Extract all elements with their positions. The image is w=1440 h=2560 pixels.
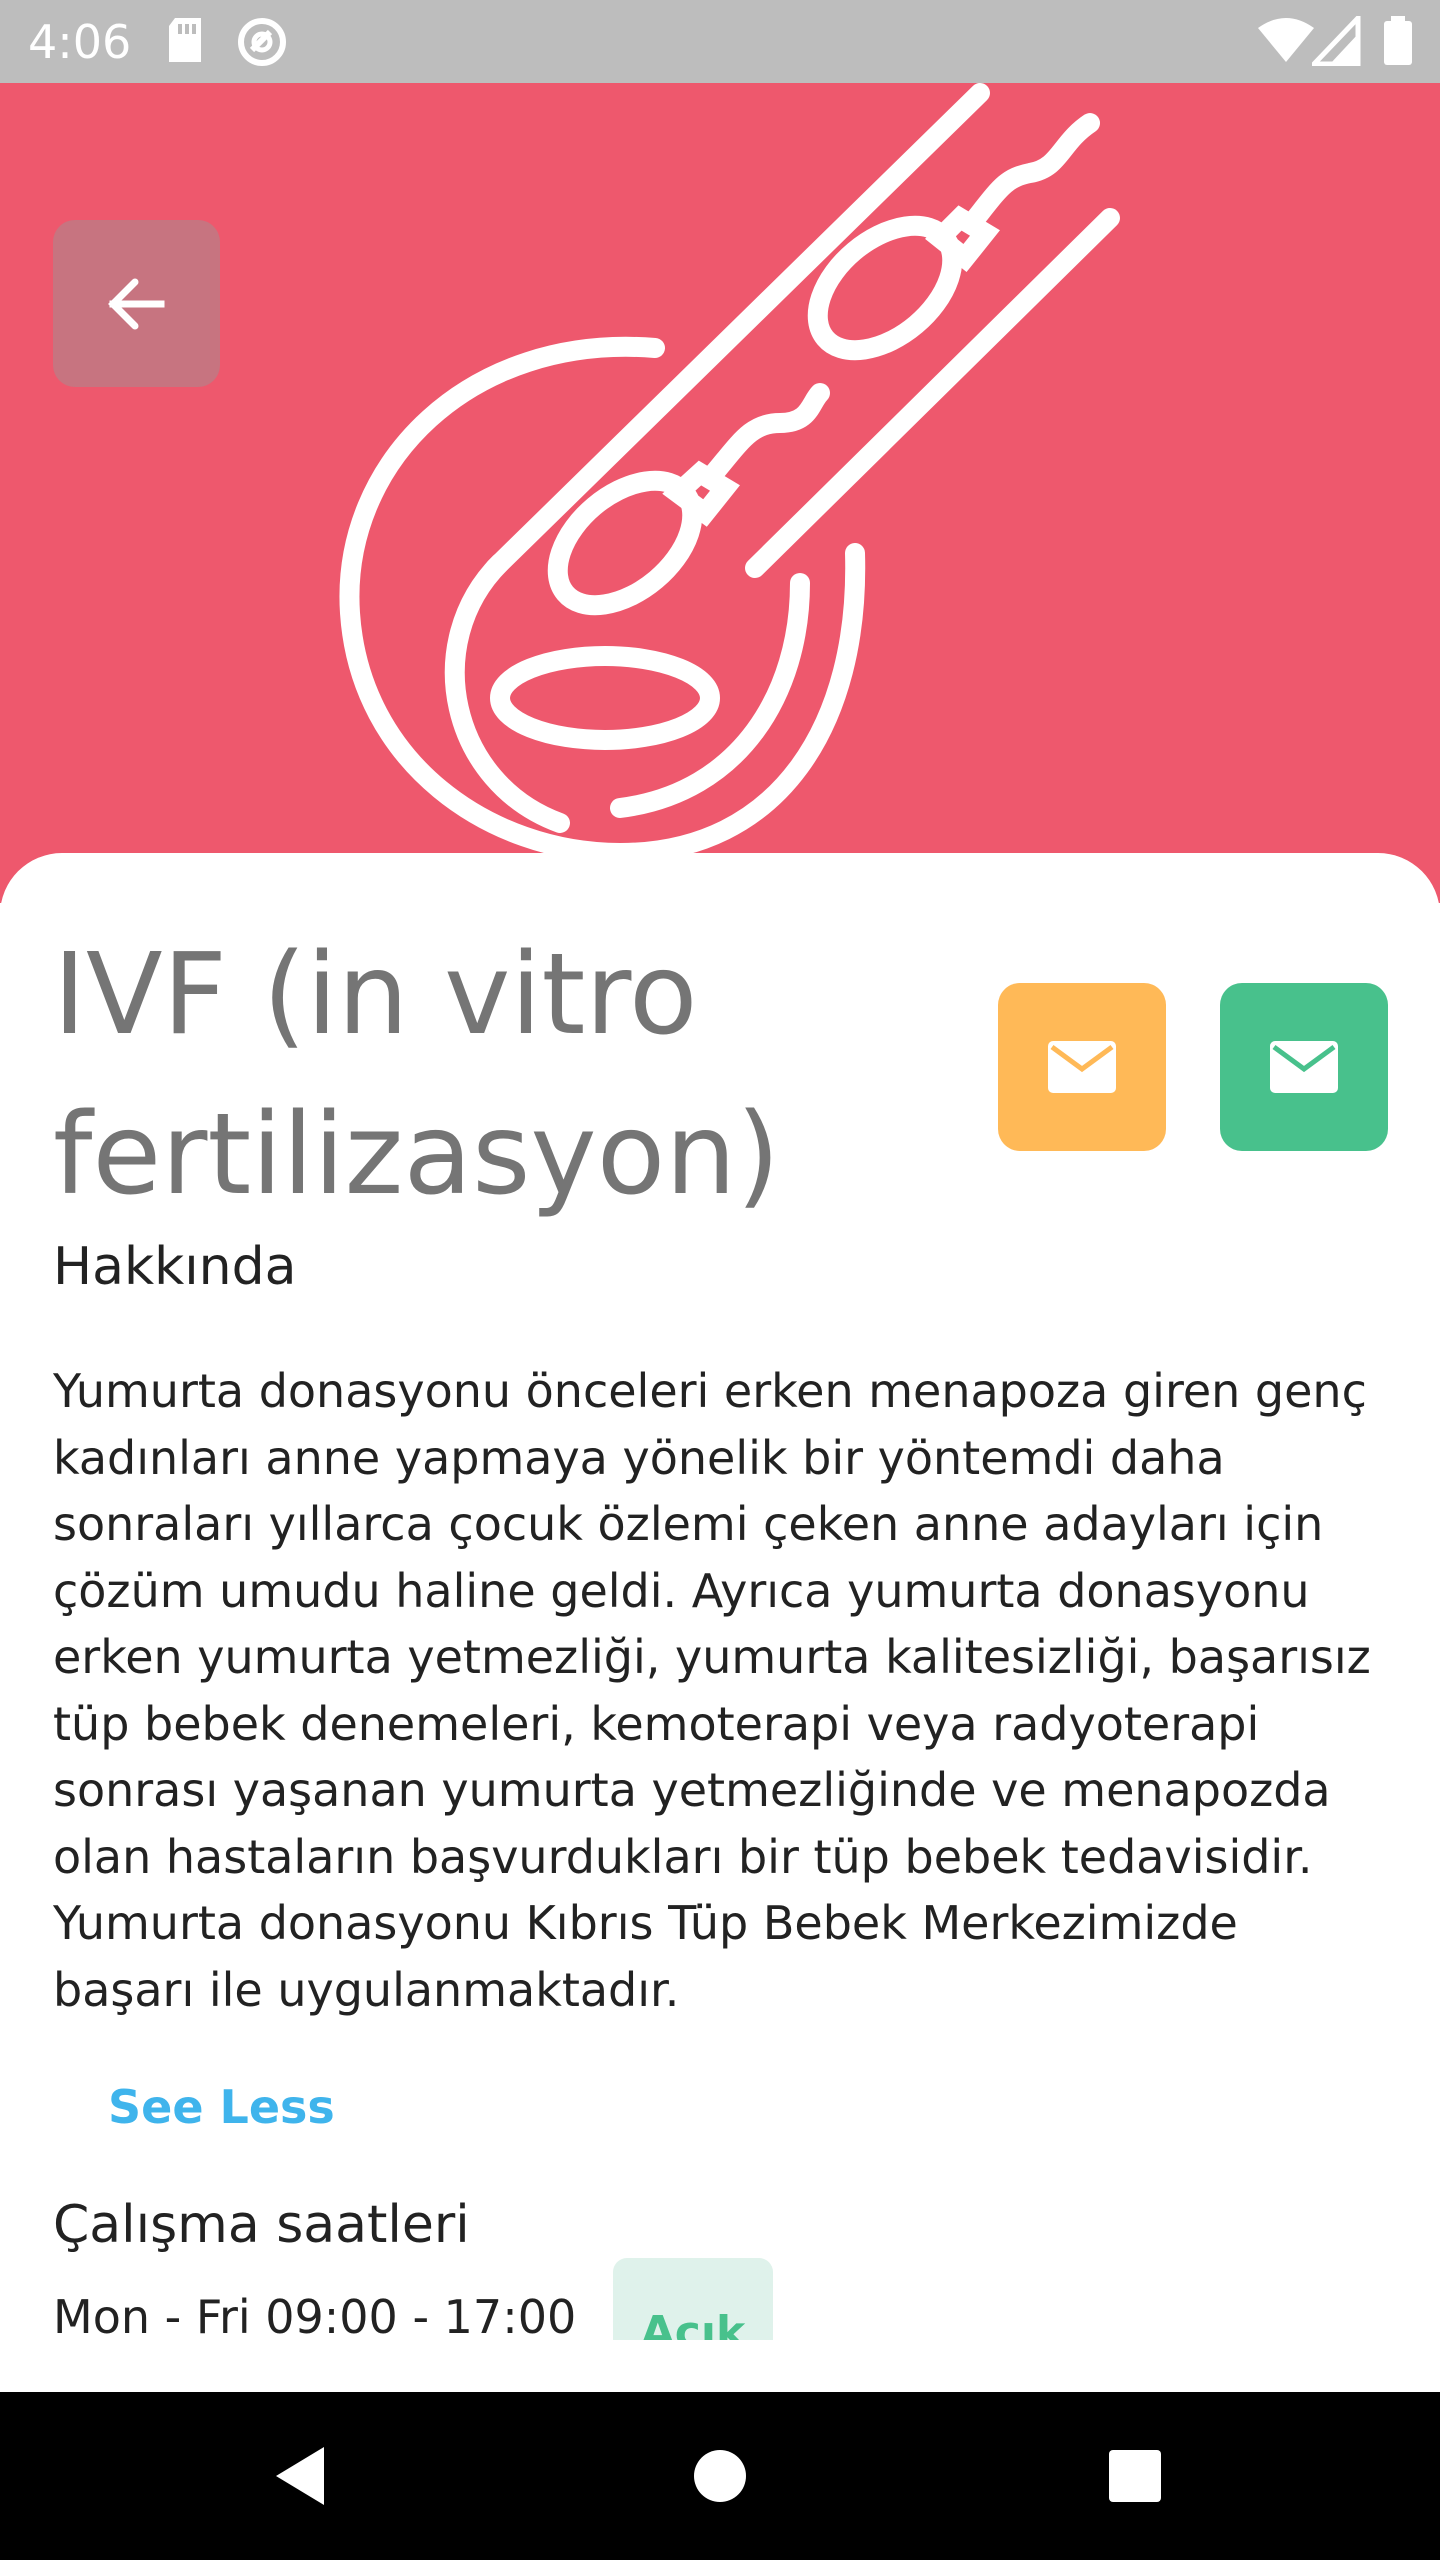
mail-icon [1270,1041,1338,1093]
about-heading: Hakkında [53,1237,297,1297]
contact-mail-button-orange[interactable] [998,983,1166,1151]
system-nav-bar [0,2392,1440,2560]
hero-banner [0,83,1440,903]
ivf-petri-dish-icon [339,83,1120,864]
about-description: Yumurta donasyonu önceleri erken menapoz… [53,1364,1371,2017]
nav-recents-button[interactable] [1035,2392,1235,2560]
back-button[interactable] [53,220,220,387]
contact-mail-button-green[interactable] [1220,983,1388,1151]
working-hours-value: Mon - Fri 09:00 - 17:00 [53,2290,577,2340]
status-bar: 4:06 [0,0,1440,83]
sd-card-icon [165,16,205,70]
wifi-icon [1258,16,1314,68]
see-less-link[interactable]: See Less [108,2077,335,2137]
working-hours-row: Mon - Fri 09:00 - 17:00 Açık [0,2240,1440,2340]
status-time: 4:06 [28,15,132,69]
back-triangle-icon [276,2447,324,2505]
arrow-left-icon [107,278,164,329]
open-status-badge: Açık [613,2258,773,2340]
mail-icon [1048,1041,1116,1093]
nav-home-button[interactable] [620,2392,820,2560]
page-title: IVF (in vitro fertilizasyon) [53,930,780,1220]
signal-icon [1308,11,1362,70]
home-circle-icon [694,2450,746,2502]
battery-icon [1382,16,1414,70]
recents-square-icon [1109,2450,1161,2502]
nav-back-button[interactable] [200,2392,400,2560]
sync-icon [236,16,288,72]
